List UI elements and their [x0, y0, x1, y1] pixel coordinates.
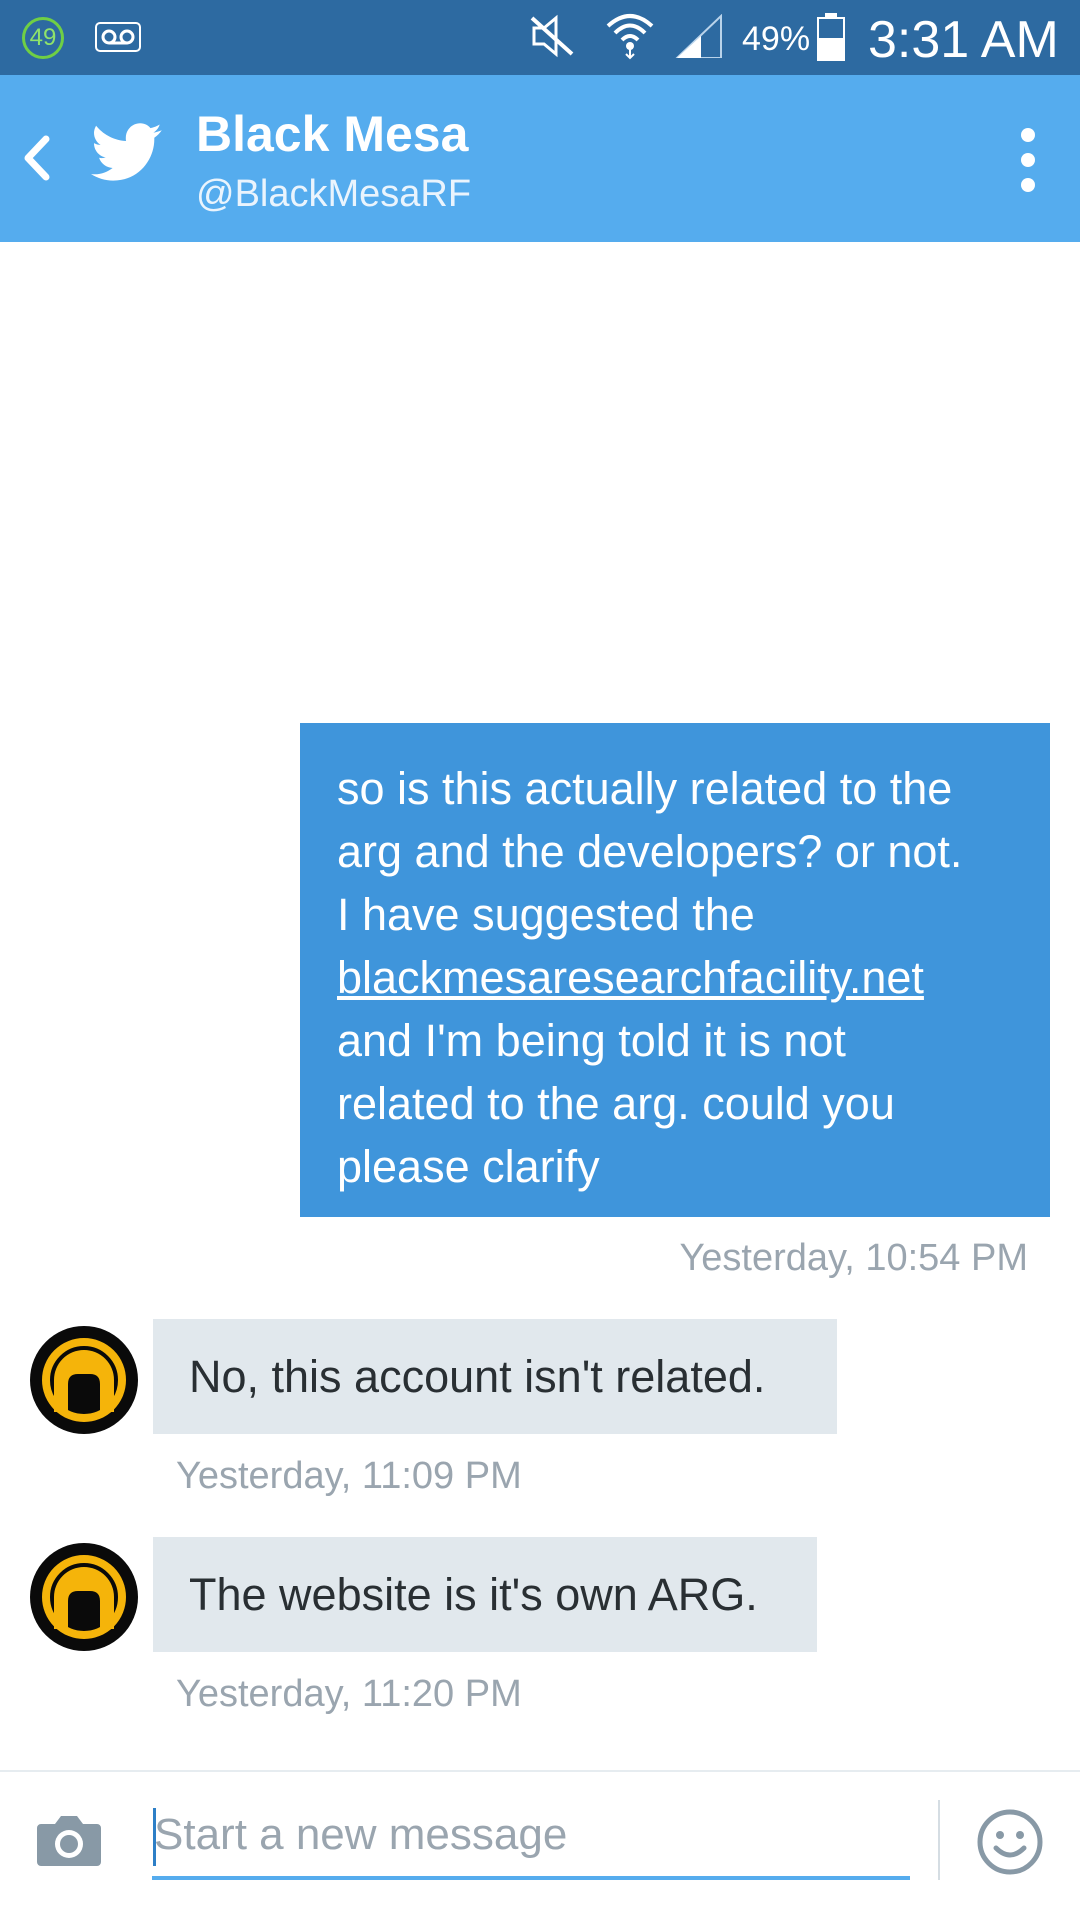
emoji-icon[interactable] [976, 1808, 1044, 1876]
back-arrow-icon[interactable] [22, 135, 52, 181]
overflow-menu-icon[interactable] [1016, 125, 1040, 195]
camera-icon[interactable] [35, 1812, 103, 1868]
notification-count-badge: 49 [22, 17, 64, 59]
conversation-title: Black Mesa [196, 106, 469, 162]
status-bar: 49 49% 3:31 AM [0, 0, 1080, 75]
composer-divider [0, 1770, 1080, 1772]
avatar[interactable] [30, 1543, 138, 1651]
mute-icon [530, 14, 574, 58]
incoming-message-bubble[interactable]: No, this account isn't related. [153, 1319, 837, 1434]
wifi-icon [606, 14, 654, 60]
message-timestamp: Yesterday, 11:09 PM [176, 1455, 522, 1497]
battery-icon [817, 13, 845, 61]
message-line: related to the arg. could you [337, 1078, 895, 1129]
message-line: I have suggested the [337, 889, 755, 940]
message-line: please clarify [337, 1141, 600, 1192]
message-line: arg and the developers? or not. [337, 826, 963, 877]
text-caret [153, 1808, 156, 1866]
message-line: so is this actually related to the [337, 763, 953, 814]
voicemail-icon [95, 22, 141, 52]
message-timestamp: Yesterday, 10:54 PM [679, 1237, 1028, 1279]
avatar[interactable] [30, 1326, 138, 1434]
message-link[interactable]: blackmesaresearchfacility.net [337, 946, 1014, 1009]
clock: 3:31 AM [868, 11, 1059, 69]
incoming-message-bubble[interactable]: The website is it's own ARG. [153, 1537, 817, 1652]
signal-icon [675, 14, 722, 58]
message-line: and I'm being told it is not [337, 1015, 846, 1066]
outgoing-message-bubble[interactable]: so is this actually related to the arg a… [300, 723, 1050, 1217]
battery-percent: 49% [742, 20, 811, 58]
composer-separator [938, 1800, 940, 1880]
message-timestamp: Yesterday, 11:20 PM [176, 1673, 522, 1715]
message-input[interactable] [152, 1800, 910, 1880]
twitter-bird-icon [91, 123, 162, 181]
conversation-header: Black Mesa @BlackMesaRF [0, 75, 1080, 242]
conversation-handle: @BlackMesaRF [196, 173, 472, 215]
